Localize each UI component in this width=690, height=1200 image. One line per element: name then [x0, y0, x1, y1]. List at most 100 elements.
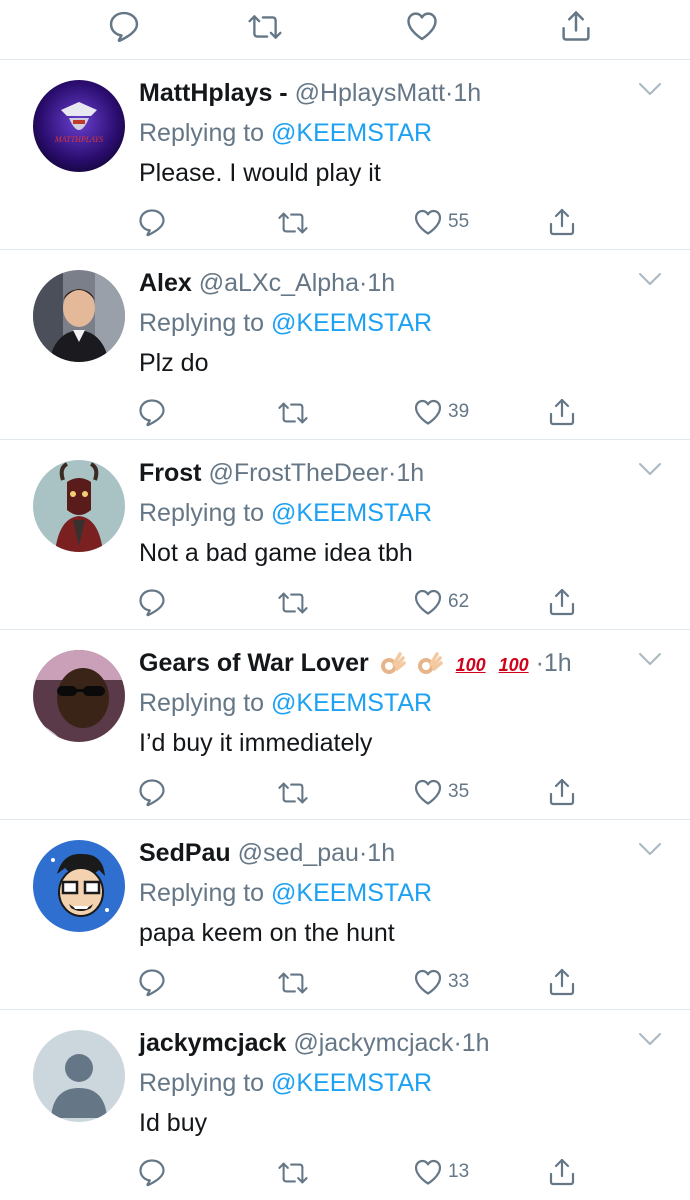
- reply-button[interactable]: [136, 776, 168, 808]
- display-name[interactable]: Alex: [139, 269, 192, 297]
- replying-to: Replying to @KEEMSTAR: [139, 879, 433, 907]
- replying-to: Replying to @KEEMSTAR: [139, 1069, 433, 1097]
- reply-tweet[interactable]: MATTHPLAYS MattHplays - @HplaysMatt·1h R…: [0, 60, 690, 250]
- tweet-header: SedPau @sed_pau·1h: [139, 839, 396, 867]
- tweet-header: jackymcjack @jackymcjack·1h: [139, 1029, 490, 1057]
- reply-button[interactable]: [106, 8, 142, 44]
- retweet-button[interactable]: [276, 588, 310, 618]
- share-button[interactable]: [546, 586, 578, 618]
- tweet-actions: 55: [0, 210, 690, 250]
- replying-to: Replying to @KEEMSTAR: [139, 499, 433, 527]
- display-name[interactable]: jackymcjack: [139, 1029, 286, 1057]
- like-count: 55: [448, 211, 470, 232]
- reply-button[interactable]: [136, 396, 168, 428]
- like-button[interactable]: [404, 8, 440, 44]
- mention-link[interactable]: @KEEMSTAR: [271, 689, 432, 717]
- retweet-icon: [276, 398, 310, 428]
- like-button[interactable]: 39: [412, 396, 469, 428]
- avatar[interactable]: [33, 460, 125, 552]
- share-button[interactable]: [546, 1156, 578, 1188]
- reply-icon: [136, 396, 168, 428]
- retweet-button[interactable]: [276, 968, 310, 998]
- display-name[interactable]: Gears of War Lover: [139, 649, 369, 677]
- timestamp[interactable]: 1h: [367, 269, 395, 297]
- reply-icon: [136, 1156, 168, 1188]
- share-button[interactable]: [546, 396, 578, 428]
- like-button[interactable]: 62: [412, 586, 469, 618]
- retweet-button[interactable]: [276, 208, 310, 238]
- chevron-down-icon[interactable]: [638, 1032, 662, 1046]
- like-button[interactable]: 55: [412, 206, 469, 238]
- reply-tweet[interactable]: Alex @aLXc_Alpha·1h Replying to @KEEMSTA…: [0, 250, 690, 440]
- display-name[interactable]: MattHplays -: [139, 79, 288, 107]
- replying-to: Replying to @KEEMSTAR: [139, 119, 433, 147]
- tweet-header: Frost @FrostTheDeer·1h: [139, 459, 425, 487]
- reply-tweet[interactable]: jackymcjack @jackymcjack·1h Replying to …: [0, 1010, 690, 1200]
- share-icon: [546, 396, 578, 428]
- share-button[interactable]: [558, 8, 594, 44]
- share-button[interactable]: [546, 966, 578, 998]
- share-button[interactable]: [546, 206, 578, 238]
- like-button[interactable]: 33: [412, 966, 469, 998]
- like-icon: [412, 586, 444, 618]
- chevron-down-icon[interactable]: [638, 272, 662, 286]
- user-handle[interactable]: @aLXc_Alpha: [199, 269, 359, 297]
- share-icon: [546, 776, 578, 808]
- avatar[interactable]: [33, 270, 125, 362]
- reply-button[interactable]: [136, 966, 168, 998]
- reply-button[interactable]: [136, 206, 168, 238]
- avatar[interactable]: [33, 650, 125, 742]
- reply-tweet[interactable]: Gears of War Lover 100 100 ·1h Replying …: [0, 630, 690, 820]
- reply-tweet[interactable]: SedPau @sed_pau·1h Replying to @KEEMSTAR…: [0, 820, 690, 1010]
- timestamp[interactable]: 1h: [544, 649, 572, 677]
- retweet-icon: [276, 208, 310, 238]
- retweet-button[interactable]: [276, 778, 310, 808]
- display-name[interactable]: Frost: [139, 459, 202, 487]
- like-icon: [412, 966, 444, 998]
- timestamp[interactable]: 1h: [396, 459, 424, 487]
- like-icon: [412, 776, 444, 808]
- retweet-button[interactable]: [245, 10, 285, 44]
- like-count: 35: [448, 781, 470, 802]
- like-button[interactable]: 35: [412, 776, 469, 808]
- svg-text:MATTHPLAYS: MATTHPLAYS: [54, 135, 103, 144]
- reply-button[interactable]: [136, 586, 168, 618]
- hundred-points-emoji: 100: [498, 655, 529, 675]
- reply-button[interactable]: [136, 1156, 168, 1188]
- chevron-down-icon[interactable]: [638, 652, 662, 666]
- tweet-header: Alex @aLXc_Alpha·1h: [139, 269, 396, 297]
- timestamp[interactable]: 1h: [453, 79, 481, 107]
- hundred-points-emoji: 100: [455, 655, 486, 675]
- mention-link[interactable]: @KEEMSTAR: [271, 309, 432, 337]
- display-name[interactable]: SedPau: [139, 839, 231, 867]
- like-button[interactable]: 13: [412, 1156, 469, 1188]
- chevron-down-icon[interactable]: [638, 842, 662, 856]
- share-button[interactable]: [546, 776, 578, 808]
- reply-tweet[interactable]: Frost @FrostTheDeer·1h Replying to @KEEM…: [0, 440, 690, 630]
- mention-link[interactable]: @KEEMSTAR: [271, 119, 432, 147]
- tweet-text: Plz do: [139, 349, 209, 377]
- user-handle[interactable]: @FrostTheDeer: [208, 459, 388, 487]
- like-count: 62: [448, 591, 470, 612]
- user-handle[interactable]: @sed_pau: [238, 839, 359, 867]
- share-icon: [558, 8, 594, 44]
- reply-icon: [136, 776, 168, 808]
- timestamp[interactable]: 1h: [367, 839, 395, 867]
- tweet-header: Gears of War Lover 100 100 ·1h: [139, 649, 572, 677]
- retweet-icon: [276, 588, 310, 618]
- share-icon: [546, 966, 578, 998]
- mention-link[interactable]: @KEEMSTAR: [271, 1069, 432, 1097]
- like-icon: [412, 396, 444, 428]
- avatar[interactable]: [33, 840, 125, 932]
- avatar[interactable]: [33, 1030, 125, 1122]
- mention-link[interactable]: @KEEMSTAR: [271, 879, 432, 907]
- chevron-down-icon[interactable]: [638, 462, 662, 476]
- retweet-button[interactable]: [276, 398, 310, 428]
- chevron-down-icon[interactable]: [638, 82, 662, 96]
- user-handle[interactable]: @HplaysMatt: [295, 79, 445, 107]
- mention-link[interactable]: @KEEMSTAR: [271, 499, 432, 527]
- user-handle[interactable]: @jackymcjack: [293, 1029, 453, 1057]
- avatar[interactable]: MATTHPLAYS: [33, 80, 125, 172]
- retweet-button[interactable]: [276, 1158, 310, 1188]
- timestamp[interactable]: 1h: [462, 1029, 490, 1057]
